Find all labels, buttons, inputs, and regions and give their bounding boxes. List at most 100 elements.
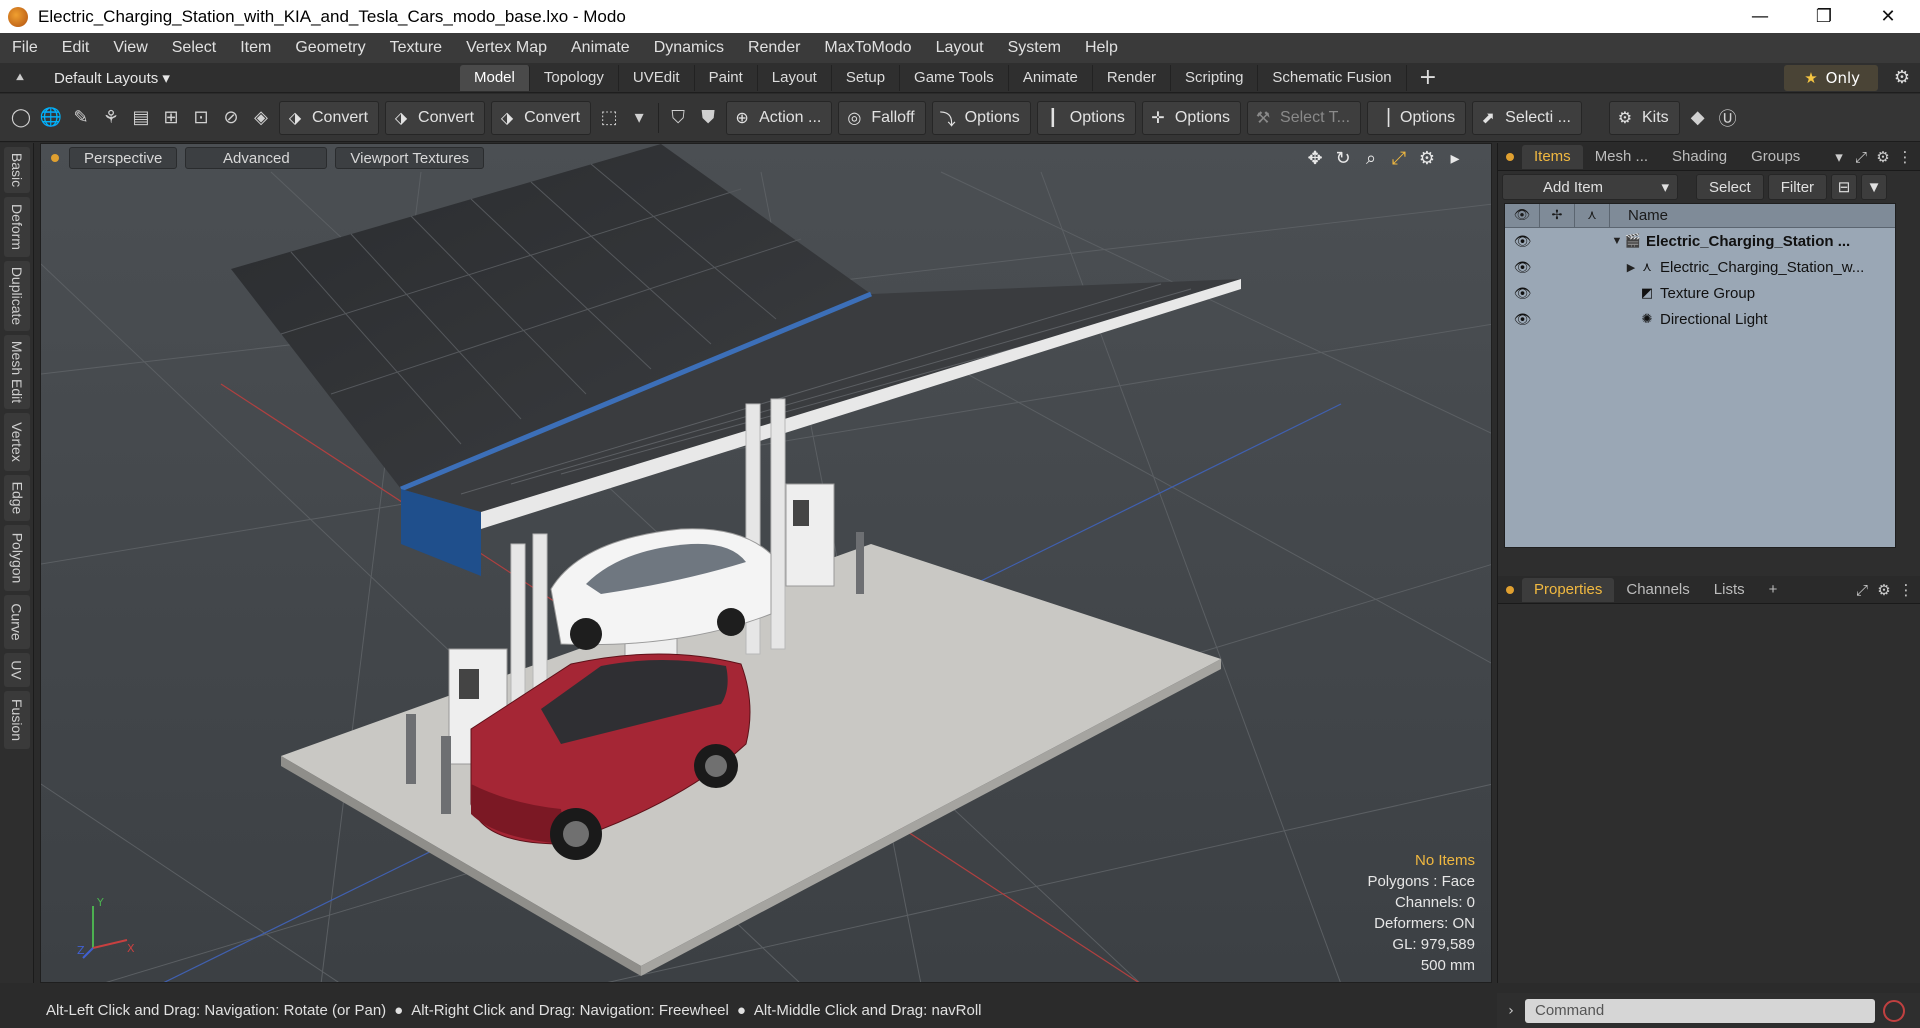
unity-icon[interactable]: ◆ [1684, 103, 1712, 133]
menu-animate[interactable]: Animate [559, 39, 642, 57]
play-arrow-icon[interactable]: ▸ [1441, 148, 1469, 169]
convert-button-3[interactable]: ⬗ Convert [491, 100, 592, 135]
convert-button-2[interactable]: ⬗ Convert [385, 100, 486, 135]
pen-icon[interactable]: ✎ [67, 103, 95, 133]
collapse-arrow-icon[interactable]: ⯅ [0, 70, 40, 86]
menu-layout[interactable]: Layout [924, 39, 996, 57]
globe-icon[interactable]: 🌐 [37, 103, 65, 133]
rotate-icon[interactable]: ↻ [1329, 148, 1357, 169]
panel-options-icon[interactable]: ⋮ [1895, 581, 1917, 599]
tab-uv[interactable]: UV [4, 653, 30, 687]
tab-edge[interactable]: Edge [4, 475, 30, 521]
panel-options-icon[interactable]: ⋮ [1894, 148, 1916, 166]
name-column-header[interactable]: Name [1610, 207, 1668, 224]
select-through-button[interactable]: ⚒ Select T... [1247, 100, 1362, 135]
tab-render[interactable]: Render [1093, 64, 1172, 91]
tree-row-scene[interactable]: 👁 ▼ 🎬 Electric_Charging_Station ... [1505, 228, 1895, 254]
action-center-button[interactable]: ⊕ Action ... [726, 100, 833, 135]
close-button[interactable]: ✕ [1856, 0, 1920, 33]
menu-edit[interactable]: Edit [50, 39, 102, 57]
tab-setup[interactable]: Setup [832, 64, 901, 91]
viewport-menu-dot-icon[interactable] [51, 154, 59, 162]
falloff-button[interactable]: ◎ Falloff [838, 100, 926, 135]
visibility-column-eye-icon[interactable]: 👁 [1505, 203, 1540, 228]
menu-select[interactable]: Select [160, 39, 228, 57]
menu-geometry[interactable]: Geometry [283, 39, 377, 57]
eye-icon[interactable]: 👁 [1505, 233, 1540, 250]
options-button-3[interactable]: ✛ Options [1141, 100, 1242, 135]
minimize-button[interactable]: — [1728, 0, 1792, 33]
expand-panel-icon[interactable]: ⤢ [1851, 581, 1873, 599]
pan-icon[interactable]: ✥ [1301, 148, 1329, 169]
zoom-icon[interactable]: ⌕ [1357, 148, 1385, 169]
tab-model[interactable]: Model [460, 64, 530, 91]
menu-maxtomodo[interactable]: MaxToModo [812, 39, 923, 57]
shading-dropdown[interactable]: Advanced [185, 147, 328, 169]
tab-shading[interactable]: Shading [1660, 145, 1739, 169]
select-button[interactable]: Select [1696, 174, 1764, 200]
add-tab-plus-icon[interactable]: + [1757, 578, 1790, 602]
filter-button[interactable]: Filter [1767, 174, 1828, 200]
tab-curve[interactable]: Curve [4, 595, 30, 649]
viewport-gear-icon[interactable]: ⚙ [1413, 148, 1441, 169]
only-toggle-button[interactable]: ★ Only [1784, 64, 1878, 91]
tab-polygon[interactable]: Polygon [4, 525, 30, 591]
tab-uvedit[interactable]: UVEdit [619, 64, 695, 91]
mesh-cube-icon[interactable]: ⬚ [595, 103, 623, 133]
layout-gear-icon[interactable]: ⚙ [1884, 67, 1920, 88]
layouts-dropdown[interactable]: Default Layouts ▾ [40, 69, 460, 87]
eye-icon[interactable]: 👁 [1505, 259, 1540, 276]
menu-texture[interactable]: Texture [378, 39, 454, 57]
tab-paint[interactable]: Paint [695, 64, 758, 91]
tab-animate[interactable]: Animate [1009, 64, 1093, 91]
command-input[interactable]: Command [1525, 998, 1875, 1023]
add-item-button[interactable]: Add Item ▾ [1502, 174, 1678, 200]
tab-duplicate[interactable]: Duplicate [4, 261, 30, 331]
menu-file[interactable]: File [0, 39, 50, 57]
viewport-textures-dropdown[interactable]: Viewport Textures [335, 147, 485, 169]
tab-deform[interactable]: Deform [4, 197, 30, 257]
brush-icon[interactable]: ⚘ [97, 103, 125, 133]
expand-arrow-icon[interactable]: ▶ [1624, 261, 1638, 274]
tree-row-texture-group[interactable]: 👁 ◩ Texture Group [1505, 280, 1895, 306]
expand-panel-icon[interactable]: ⤢ [1850, 148, 1872, 166]
tab-mesh[interactable]: Mesh ... [1583, 145, 1660, 169]
options-button-4[interactable]: ▕ Options [1367, 100, 1467, 135]
tab-topology[interactable]: Topology [530, 64, 619, 91]
menu-item[interactable]: Item [228, 39, 283, 57]
kits-button[interactable]: ⚙ Kits [1608, 100, 1680, 135]
collapse-list-icon[interactable]: ⊟ [1831, 174, 1858, 200]
lock-column-icon[interactable]: ✢ [1540, 203, 1575, 228]
type-column-icon[interactable]: ⋏ [1575, 203, 1610, 228]
tab-channels[interactable]: Channels [1614, 578, 1701, 602]
record-macro-icon[interactable] [1883, 999, 1905, 1022]
shield-star-icon[interactable]: ⛊ [694, 103, 722, 133]
selection-sets-button[interactable]: ⬈ Selecti ... [1472, 100, 1582, 135]
menu-render[interactable]: Render [736, 39, 812, 57]
menu-help[interactable]: Help [1073, 39, 1130, 57]
tab-layout[interactable]: Layout [758, 64, 832, 91]
command-arrow-icon[interactable]: › [1497, 1003, 1525, 1019]
menu-dynamics[interactable]: Dynamics [642, 39, 736, 57]
tab-schematic-fusion[interactable]: Schematic Fusion [1258, 64, 1407, 91]
maximize-button[interactable]: ❐ [1792, 0, 1856, 33]
tab-mesh-edit[interactable]: Mesh Edit [4, 335, 30, 409]
options-button-2[interactable]: ┃ Options [1036, 100, 1136, 135]
maximize-viewport-icon[interactable]: ⤢ [1385, 148, 1413, 169]
chevron-down-icon[interactable]: ▾ [625, 103, 653, 133]
tab-vertex[interactable]: Vertex [4, 413, 30, 471]
tree-row-directional-light[interactable]: 👁 ✺ Directional Light [1505, 306, 1895, 332]
tab-properties[interactable]: Properties [1522, 577, 1615, 602]
panel-gear-icon[interactable]: ⚙ [1873, 581, 1895, 599]
tab-game-tools[interactable]: Game Tools [900, 64, 1009, 91]
funnel-icon[interactable]: ▼ [1861, 174, 1888, 200]
tree-row-mesh[interactable]: 👁 ▶ ⋏ Electric_Charging_Station_w... [1505, 254, 1895, 280]
vertex-mode-icon[interactable]: ◯ [7, 103, 35, 133]
convert-button-1[interactable]: ⬗ Convert [279, 100, 380, 135]
options-button-1[interactable]: ⤵ Options [931, 100, 1031, 135]
3d-viewport[interactable]: Perspective Advanced Viewport Textures ✥… [40, 143, 1492, 983]
tab-fusion[interactable]: Fusion [4, 691, 30, 749]
add-tab-plus-icon[interactable]: + [1419, 65, 1437, 90]
menu-system[interactable]: System [996, 39, 1073, 57]
tab-items[interactable]: Items [1522, 144, 1583, 169]
